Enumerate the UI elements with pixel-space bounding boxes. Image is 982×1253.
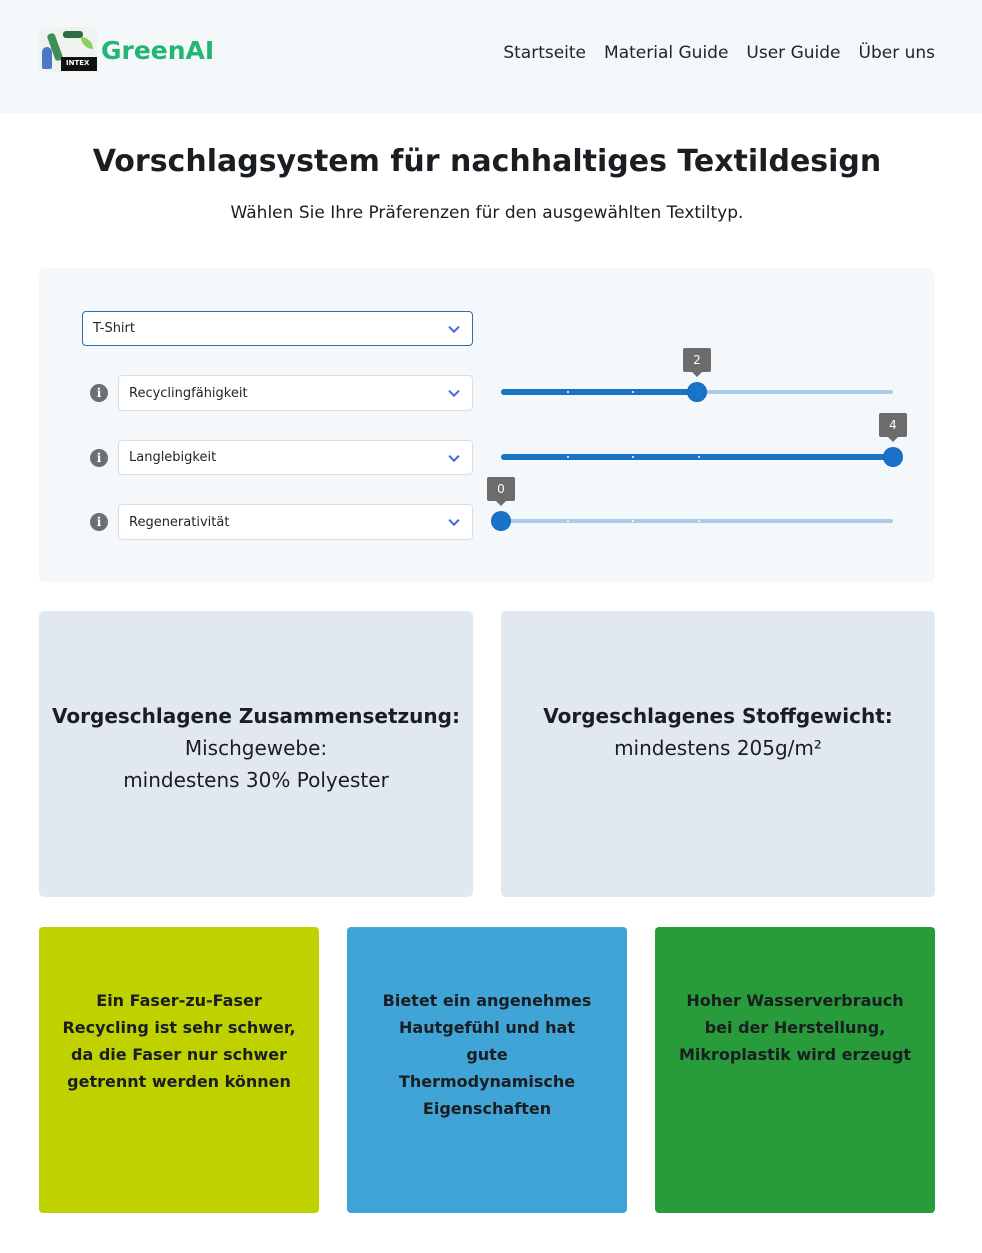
brand-name[interactable]: GreenAI <box>101 36 214 65</box>
slider-tick <box>566 456 569 458</box>
textile-type-value: T-Shirt <box>93 321 135 336</box>
slider-tick <box>566 520 569 522</box>
logo-figure <box>42 47 52 69</box>
criterion-label: Regenerativität <box>129 514 230 530</box>
criterion-select-regenerativity[interactable]: Regenerativität <box>118 504 473 540</box>
note-text: Ein Faser-zu-Faser Recycling ist sehr sc… <box>62 991 296 1091</box>
logo-text: INTEX <box>66 59 90 67</box>
criterion-select-recycling[interactable]: Recyclingfähigkeit <box>118 375 473 411</box>
nav-material-guide[interactable]: Material Guide <box>604 43 728 63</box>
weight-heading: Vorgeschlagenes Stoffgewicht: <box>543 704 893 728</box>
composition-card: Vorgeschlagene Zusammensetzung: Mischgew… <box>39 611 473 897</box>
logo-robot-arm-upper <box>63 31 83 38</box>
composition-heading: Vorgeschlagene Zusammensetzung: <box>52 704 460 728</box>
note-card-comfort: Bietet ein angenehmes Hautgefühl und hat… <box>347 927 627 1213</box>
slider-recycling[interactable]: 2 <box>501 348 893 422</box>
criterion-select-durability[interactable]: Langlebigkeit <box>118 440 473 475</box>
weight-value: mindestens 205g/m² <box>614 736 822 760</box>
slider-value-tooltip: 0 <box>487 477 515 506</box>
main-nav: Startseite Material Guide User Guide Übe… <box>503 43 935 63</box>
navbar: INTEX GreenAI Startseite Material Guide … <box>0 0 982 113</box>
nav-ueber-uns[interactable]: Über uns <box>859 43 936 63</box>
composition-line2: mindestens 30% Polyester <box>123 768 389 792</box>
slider-thumb[interactable] <box>688 383 706 401</box>
slider-durability[interactable]: 4 <box>501 413 907 487</box>
chevron-down-icon <box>448 450 460 462</box>
preferences-panel: T-Shirt i Recyclingfähigkeit 2 i Langleb… <box>39 268 935 582</box>
chevron-down-icon <box>448 385 460 398</box>
logo-plate: INTEX <box>61 57 97 71</box>
slider-tick <box>697 520 700 522</box>
page-title: Vorschlagsystem für nachhaltiges Textild… <box>92 144 882 179</box>
weight-card: Vorgeschlagenes Stoffgewicht: mindestens… <box>501 611 935 897</box>
slider-thumb[interactable] <box>492 512 510 530</box>
info-icon[interactable]: i <box>90 513 108 531</box>
textile-type-select[interactable]: T-Shirt <box>82 311 473 346</box>
note-card-recycling: Ein Faser-zu-Faser Recycling ist sehr sc… <box>39 927 319 1213</box>
info-icon[interactable]: i <box>90 449 108 467</box>
note-text: Bietet ein angenehmes Hautgefühl und hat… <box>382 991 592 1118</box>
slider-fill <box>501 389 697 395</box>
nav-user-guide[interactable]: User Guide <box>746 43 840 63</box>
info-icon[interactable]: i <box>90 384 108 402</box>
slider-thumb[interactable] <box>884 448 902 466</box>
composition-line1: Mischgewebe: <box>184 736 328 760</box>
note-text: Hoher Wasserverbrauch bei der Herstellun… <box>678 991 912 1064</box>
chevron-down-icon <box>448 321 460 333</box>
page-subtitle: Wählen Sie Ihre Präferenzen für den ausg… <box>230 203 744 223</box>
slider-tick <box>697 456 700 458</box>
intex-logo[interactable]: INTEX <box>39 27 97 72</box>
criterion-label: Recyclingfähigkeit <box>129 385 248 401</box>
slider-regenerativity[interactable]: 0 <box>487 477 893 551</box>
criterion-label: Langlebigkeit <box>129 450 217 465</box>
chevron-down-icon <box>448 514 460 527</box>
slider-value-tooltip: 4 <box>879 413 907 442</box>
slider-tick <box>566 391 569 393</box>
logo-leaf-icon <box>81 37 93 49</box>
note-card-water: Hoher Wasserverbrauch bei der Herstellun… <box>655 927 935 1213</box>
slider-value-tooltip: 2 <box>683 348 711 377</box>
nav-startseite[interactable]: Startseite <box>503 43 586 63</box>
